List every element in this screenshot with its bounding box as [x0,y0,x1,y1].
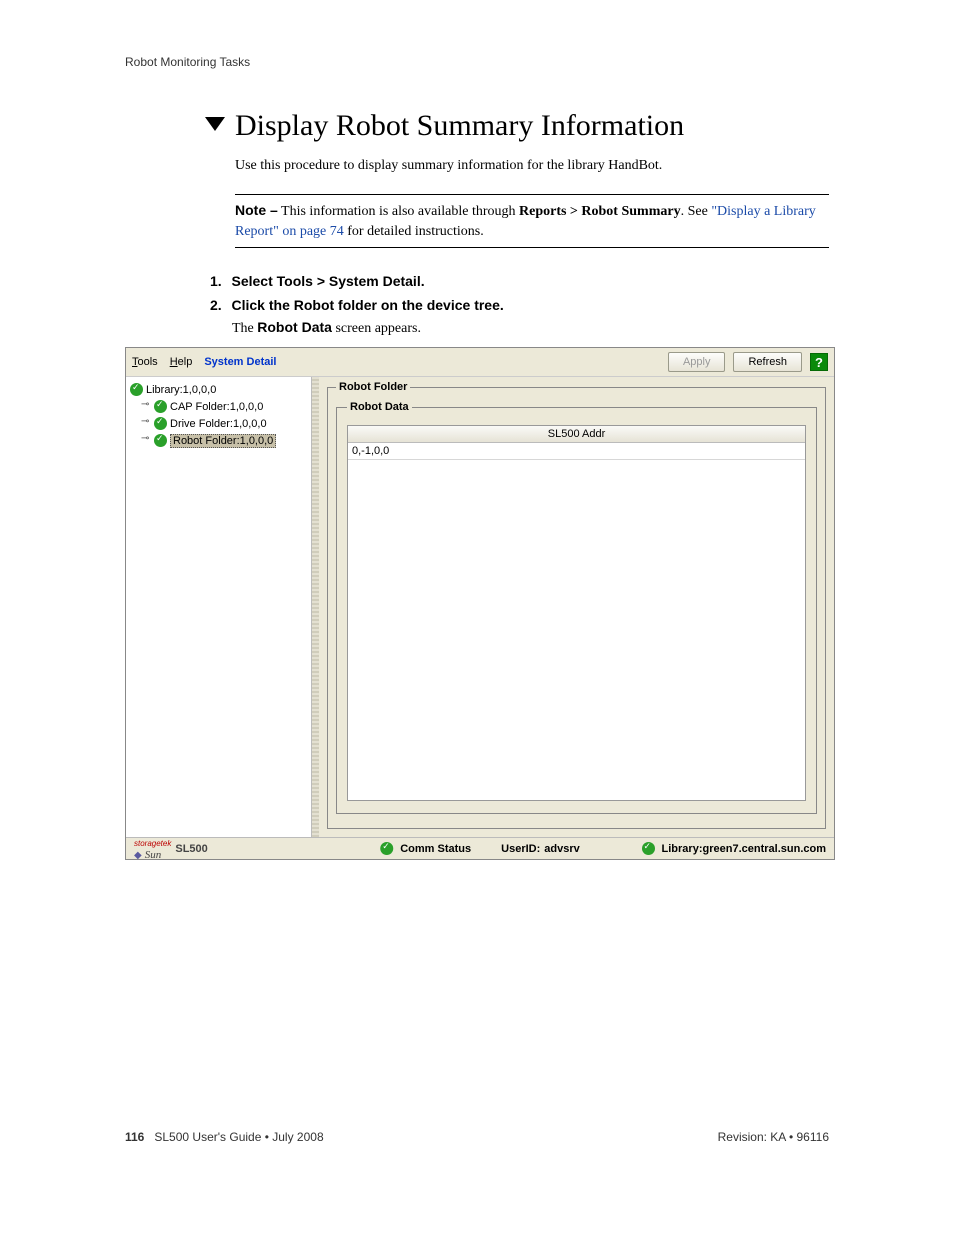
status-center: Comm Status UserID: advsrv [380,842,580,855]
note-text-1: This information is also available throu… [278,204,519,219]
refresh-button[interactable]: Refresh [733,352,802,372]
panel-legend: Robot Folder [336,381,410,393]
check-icon [154,417,167,430]
apply-button[interactable]: Apply [668,352,726,372]
splitter-handle[interactable] [312,377,319,837]
tree-label: Library:1,0,0,0 [146,384,216,396]
comm-status-label: Comm Status [400,843,471,855]
step-text: Select Tools > System Detail. [232,273,425,289]
tree-node-library[interactable]: Library:1,0,0,0 [130,381,307,398]
brand: storagetek ◆ Sun SL500 [134,837,208,861]
intro-paragraph: Use this procedure to display summary in… [235,158,829,174]
step-num: 2. [210,297,228,313]
brand-block: storagetek ◆ Sun [134,837,171,861]
help-icon[interactable]: ? [810,353,828,371]
note-box: Note – This information is also availabl… [235,194,829,248]
library-value: green7.central.sun.com [703,843,827,855]
step-sub: The Robot Data screen appears. [232,319,829,337]
device-tree[interactable]: Library:1,0,0,0 CAP Folder:1,0,0,0 Drive… [126,377,312,837]
expand-icon[interactable] [142,436,151,445]
sun-logo-text: storagetek [134,839,171,848]
sun-diamond-icon: ◆ [134,850,142,861]
tree-node-cap[interactable]: CAP Folder:1,0,0,0 [130,398,307,415]
column-header[interactable]: SL500 Addr [348,426,805,443]
expand-icon[interactable] [142,402,151,411]
table-cell[interactable]: 0,-1,0,0 [348,443,805,460]
note-label: Note – [235,202,278,218]
tree-node-robot[interactable]: Robot Folder:1,0,0,0 [130,432,307,449]
detail-pane: Robot Folder Robot Data SL500 Addr 0,-1,… [319,377,834,837]
triangle-down-icon [205,117,225,131]
menu-help[interactable]: HelpHelp [170,356,193,368]
step-sub-bold: Robot Data [257,319,332,335]
steps-list: 1. Select Tools > System Detail. 2. Clic… [210,273,829,337]
step-2: 2. Click the Robot folder on the device … [210,297,829,337]
library-label: Library: [662,843,703,855]
statusbar: storagetek ◆ Sun SL500 Comm Status UserI… [126,837,834,859]
userid-status: UserID: advsrv [501,843,580,855]
robot-data-panel: Robot Data SL500 Addr 0,-1,0,0 [336,401,817,814]
app-window: TToolsools HelpHelp System Detail Apply … [125,347,835,860]
userid-value: advsrv [544,843,579,855]
running-head: Robot Monitoring Tasks [125,55,829,69]
page-number: 116 [125,1130,144,1144]
comm-status: Comm Status [380,842,471,855]
note-text-2: . See [681,204,712,219]
step-num: 1. [210,273,228,289]
step-sub-pre: The [232,321,257,336]
tree-label: CAP Folder:1,0,0,0 [170,401,263,413]
page-footer: 116 SL500 User's Guide • July 2008 Revis… [125,1130,829,1144]
brand-model: SL500 [175,843,207,855]
step-text: Click the Robot folder on the device tre… [232,297,504,313]
section-title-text: Display Robot Summary Information [235,109,684,142]
menu-tools[interactable]: TToolsools [132,356,158,368]
tree-label-selected: Robot Folder:1,0,0,0 [170,434,276,448]
robot-data-table[interactable]: SL500 Addr 0,-1,0,0 [347,425,806,801]
note-bold-1: Reports > Robot Summary [519,204,681,219]
robot-folder-panel: Robot Folder Robot Data SL500 Addr 0,-1,… [327,381,826,829]
section-title: Display Robot Summary Information [125,109,829,143]
tree-node-drive[interactable]: Drive Folder:1,0,0,0 [130,415,307,432]
brand-sun: Sun [145,849,162,861]
workarea: Library:1,0,0,0 CAP Folder:1,0,0,0 Drive… [126,377,834,837]
check-icon [130,383,143,396]
note-text-3: for detailed instructions. [344,224,484,239]
check-icon [154,400,167,413]
menu-system-detail[interactable]: System Detail [204,356,276,368]
userid-label: UserID: [501,843,540,855]
step-1: 1. Select Tools > System Detail. [210,273,829,291]
expand-icon[interactable] [142,419,151,428]
check-icon [380,842,393,855]
check-icon [642,842,655,855]
toolbar-right: Apply Refresh ? [668,352,828,372]
table-header-row: SL500 Addr [348,426,805,443]
step-sub-post: screen appears. [332,321,421,336]
footer-left: SL500 User's Guide • July 2008 [154,1130,323,1144]
panel-legend-inner: Robot Data [347,401,412,413]
check-icon [154,434,167,447]
library-status: Library:green7.central.sun.com [642,842,826,855]
footer-right: Revision: KA • 96116 [718,1130,829,1144]
menubar: TToolsools HelpHelp System Detail Apply … [126,348,834,377]
tree-label: Drive Folder:1,0,0,0 [170,418,267,430]
